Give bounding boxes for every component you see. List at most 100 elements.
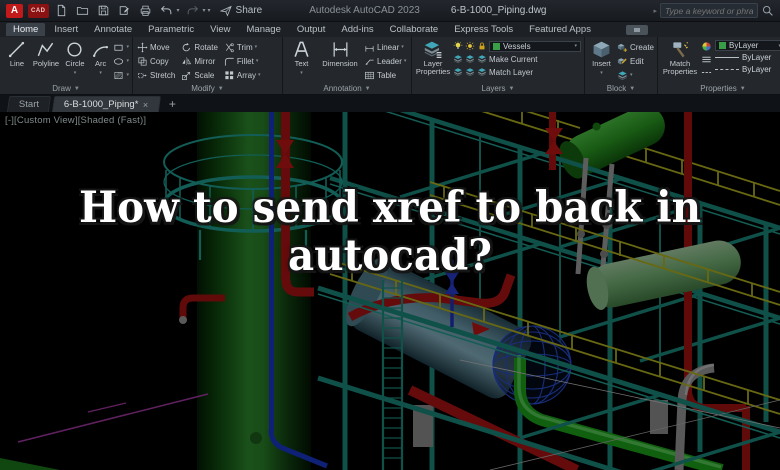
tab-annotate[interactable]: Annotate xyxy=(87,23,139,36)
move-tool[interactable]: Move xyxy=(137,41,175,53)
rectangle-icon xyxy=(113,42,124,53)
drawing-viewport[interactable]: [-][Custom View][Shaded (Fast)] How to s… xyxy=(0,112,780,470)
plot-button[interactable] xyxy=(138,3,154,19)
make-current-button[interactable]: Make Current xyxy=(453,53,581,65)
layer-lock-icon[interactable] xyxy=(477,41,487,51)
polyline-icon xyxy=(36,40,55,59)
tab-insert[interactable]: Insert xyxy=(47,23,85,36)
insert-caret-icon[interactable]: ▾ xyxy=(600,69,603,77)
line-tool[interactable]: Line xyxy=(4,40,30,83)
qat-customize-caret[interactable]: ▾ xyxy=(208,7,211,14)
panel-annotation: Text ▾ Dimension Linear ▾ Leader ▾ Table A… xyxy=(283,37,412,94)
panel-modify-footer[interactable]: Modify ▼ xyxy=(133,83,282,94)
mirror-tool[interactable]: Mirror xyxy=(181,55,218,67)
new-file-button[interactable] xyxy=(54,3,70,19)
layer-stack-icon xyxy=(465,54,475,64)
table-tool[interactable]: Table xyxy=(364,69,406,81)
tab-view[interactable]: View xyxy=(203,23,237,36)
lineweight-list-icon[interactable] xyxy=(701,54,712,65)
viewport-controls-label[interactable]: [-][Custom View][Shaded (Fast)] xyxy=(5,115,146,126)
layer-properties-button[interactable]: Layer Properties xyxy=(416,40,450,83)
scale-tool[interactable]: Scale xyxy=(181,69,218,81)
search-expand-caret[interactable]: ▸ xyxy=(653,7,657,15)
insert-block-button[interactable]: Insert ▾ xyxy=(589,40,614,83)
panel-expand-caret-icon: ▼ xyxy=(508,85,515,92)
autocad-logo[interactable]: A xyxy=(6,3,23,18)
copy-tool[interactable]: Copy xyxy=(137,55,175,67)
panel-layers-footer[interactable]: Layers ▼ xyxy=(412,83,584,94)
close-tab-icon[interactable]: × xyxy=(143,100,148,110)
lineweight-dropdown[interactable]: ByLayer xyxy=(715,52,780,63)
arc-caret-icon[interactable]: ▾ xyxy=(99,69,102,77)
save-button[interactable] xyxy=(96,3,112,19)
panel-properties-footer[interactable]: Properties ▼ xyxy=(658,83,780,94)
color-swatch xyxy=(719,42,726,49)
layer-freeze-icon[interactable] xyxy=(465,41,475,51)
search-input[interactable] xyxy=(660,3,758,18)
save-as-button[interactable] xyxy=(117,3,133,19)
dimension-tool[interactable]: Dimension xyxy=(319,40,361,83)
tab-home[interactable]: Home xyxy=(6,23,46,36)
trim-tool[interactable]: Trim ▾ xyxy=(224,41,261,53)
fillet-tool[interactable]: Fillet ▾ xyxy=(224,55,261,67)
ellipse-tool[interactable]: ▾ xyxy=(113,55,129,67)
scale-icon xyxy=(181,70,192,81)
leader-tool[interactable]: Leader ▾ xyxy=(364,55,406,67)
hatch-tool[interactable]: ▾ xyxy=(113,69,129,81)
linear-dimension-tool[interactable]: Linear ▾ xyxy=(364,41,406,53)
layer-on-off-icon[interactable] xyxy=(453,41,463,51)
tab-featured-apps[interactable]: Featured Apps xyxy=(522,23,598,36)
tab-manage[interactable]: Manage xyxy=(240,23,288,36)
search-icon[interactable] xyxy=(761,4,774,17)
tab-add-ins[interactable]: Add-ins xyxy=(334,23,380,36)
panel-annotation-footer[interactable]: Annotation ▼ xyxy=(283,83,411,94)
move-icon xyxy=(137,42,148,53)
circle-caret-icon[interactable]: ▾ xyxy=(74,69,77,77)
arc-tool[interactable]: Arc ▾ xyxy=(91,40,111,83)
tab-express-tools[interactable]: Express Tools xyxy=(447,23,520,36)
layer-selector-dropdown[interactable]: Vessels ▾ xyxy=(489,40,581,52)
file-tab-start[interactable]: Start xyxy=(6,96,52,112)
tab-collaborate[interactable]: Collaborate xyxy=(383,23,446,36)
edit-block-button[interactable]: Edit xyxy=(617,55,654,67)
title-bar: A CAD ▾ ▾ ▾ Share Autodesk AutoCAD 2023 … xyxy=(0,0,780,22)
rectangle-tool[interactable]: ▾ xyxy=(113,41,129,53)
text-tool[interactable]: Text ▾ xyxy=(287,40,316,83)
linetype-list-icon[interactable] xyxy=(701,67,712,78)
title-line-2: autocad? xyxy=(288,231,492,281)
rotate-tool[interactable]: Rotate xyxy=(181,41,218,53)
create-block-button[interactable]: Create xyxy=(617,41,654,53)
tab-output[interactable]: Output xyxy=(290,23,333,36)
match-properties-button[interactable]: Match Properties xyxy=(662,40,698,83)
tab-parametric[interactable]: Parametric xyxy=(141,23,201,36)
ribbon-tab-bar: Home Insert Annotate Parametric View Man… xyxy=(0,22,780,37)
rotate-icon xyxy=(181,42,192,53)
edit-block-icon xyxy=(617,56,628,67)
undo-dropdown-caret[interactable]: ▾ xyxy=(177,7,180,14)
text-caret-icon[interactable]: ▾ xyxy=(300,69,303,77)
object-color-dropdown[interactable]: ByLayer ▾ xyxy=(715,40,780,51)
linetype-dropdown[interactable]: ByLayer xyxy=(715,64,780,75)
trim-icon xyxy=(224,42,235,53)
file-tab-document[interactable]: 6-B-1000_Piping* × xyxy=(51,96,161,112)
redo-dropdown-caret[interactable]: ▾ xyxy=(203,7,206,14)
array-icon xyxy=(224,70,235,81)
stretch-tool[interactable]: Stretch xyxy=(137,69,175,81)
circle-tool[interactable]: Circle ▾ xyxy=(62,40,88,83)
share-button[interactable]: Share xyxy=(220,5,262,17)
panel-block-footer[interactable]: Block ▼ xyxy=(585,83,657,94)
arc-icon xyxy=(91,40,110,59)
match-layer-button[interactable]: Match Layer xyxy=(453,66,581,78)
undo-button[interactable] xyxy=(159,3,175,19)
new-tab-button[interactable]: + xyxy=(163,97,182,111)
panel-expand-caret-icon: ▼ xyxy=(364,85,371,92)
panel-expand-caret-icon: ▼ xyxy=(739,85,746,92)
array-tool[interactable]: Array ▾ xyxy=(224,69,261,81)
ribbon-options-icon[interactable] xyxy=(625,24,648,35)
polyline-tool[interactable]: Polyline xyxy=(33,40,59,83)
redo-button[interactable] xyxy=(185,3,201,19)
open-file-button[interactable] xyxy=(75,3,91,19)
block-attributes-button[interactable]: ▾ xyxy=(617,69,654,81)
color-wheel-icon[interactable] xyxy=(701,41,712,52)
panel-draw-footer[interactable]: Draw ▼ xyxy=(0,83,132,94)
